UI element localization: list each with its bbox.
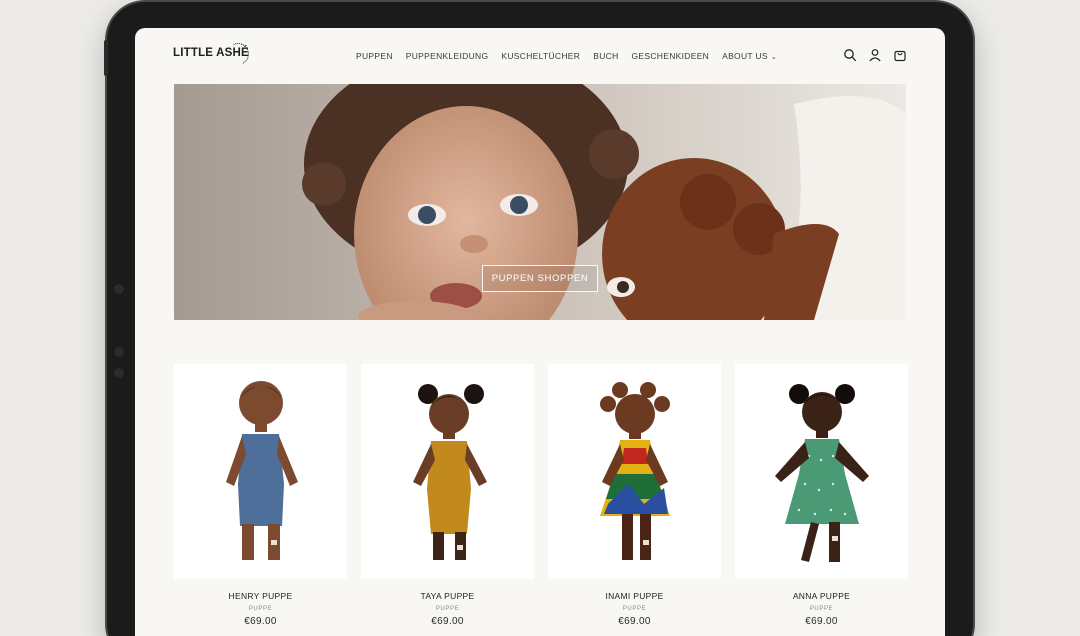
header-icons	[843, 48, 907, 62]
product-name[interactable]: HENRY PUPPE	[174, 591, 347, 601]
product-name[interactable]: TAYA PUPPE	[361, 591, 534, 601]
nav-item-geschenkideen[interactable]: GESCHENKIDEEN	[632, 51, 710, 61]
nav-item-buch[interactable]: BUCH	[593, 51, 618, 61]
product-name[interactable]: INAMI PUPPE	[548, 591, 721, 601]
product-image-taya-doll[interactable]	[361, 364, 534, 579]
tablet-camera-dot	[114, 284, 124, 294]
main-navigation: PUPPEN PUPPENKLEIDUNG KUSCHELTÜCHER BUCH…	[356, 51, 777, 61]
tablet-camera-dot	[114, 368, 124, 378]
nav-item-puppenkleidung[interactable]: PUPPENKLEIDUNG	[406, 51, 489, 61]
nav-item-kuscheltuecher[interactable]: KUSCHELTÜCHER	[501, 51, 580, 61]
product-type: PUPPE	[622, 606, 647, 612]
product-card[interactable]: TAYA PUPPE PUPPE €69.00	[361, 364, 534, 627]
shop-dolls-button[interactable]: PUPPEN SHOPPEN	[482, 265, 598, 292]
website-screen: LITTLE ASHÉ PUPPEN PUPPENKLEIDUNG KUSCHE…	[135, 28, 945, 636]
product-price: €69.00	[618, 616, 651, 627]
nav-item-about-us-label: ABOUT US	[722, 51, 768, 61]
tablet-side-button	[104, 40, 108, 76]
product-card[interactable]: HENRY PUPPE PUPPE €69.00	[174, 364, 347, 627]
cart-icon[interactable]	[893, 48, 907, 62]
nav-item-puppen[interactable]: PUPPEN	[356, 51, 393, 61]
product-price: €69.00	[244, 616, 277, 627]
product-type: PUPPE	[435, 606, 460, 612]
tablet-camera-dot	[114, 347, 124, 357]
product-image-anna-doll[interactable]	[735, 364, 908, 579]
product-price: €69.00	[431, 616, 464, 627]
hero-banner-image: PUPPEN SHOPPEN	[174, 84, 906, 320]
account-icon[interactable]	[868, 48, 882, 62]
product-name[interactable]: ANNA PUPPE	[735, 591, 908, 601]
logo-ring-mark	[223, 39, 253, 69]
product-image-inami-doll[interactable]	[548, 364, 721, 579]
product-type: PUPPE	[248, 606, 273, 612]
search-icon[interactable]	[843, 48, 857, 62]
product-price: €69.00	[805, 616, 838, 627]
nav-item-about-us[interactable]: ABOUT US ⌄	[722, 51, 777, 61]
product-image-henry-doll[interactable]	[174, 364, 347, 579]
chevron-down-icon: ⌄	[770, 54, 777, 61]
product-card[interactable]: ANNA PUPPE PUPPE €69.00	[735, 364, 908, 627]
product-card[interactable]: INAMI PUPPE PUPPE €69.00	[548, 364, 721, 627]
product-type: PUPPE	[809, 606, 834, 612]
product-grid: HENRY PUPPE PUPPE €69.00 TAYA PUPPE PUPP…	[174, 364, 908, 627]
